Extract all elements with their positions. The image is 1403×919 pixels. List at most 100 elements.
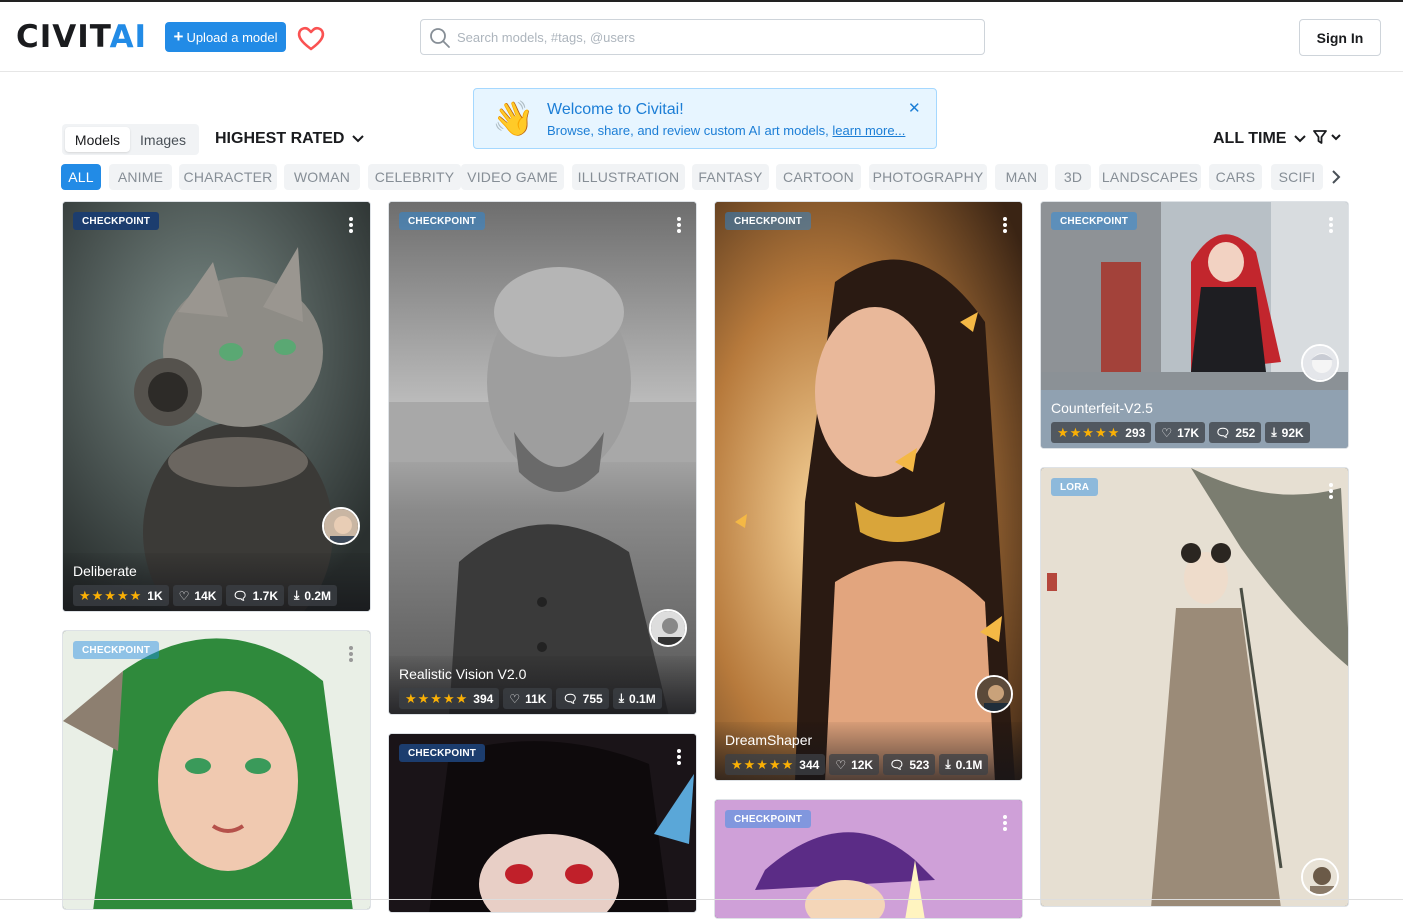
model-stats: ★★★★★ 344 ♡ 12K 🗨 523 ⤓ 0.1M bbox=[725, 754, 989, 775]
model-card[interactable]: CHECKPOINT Counterfeit-V2.5 ★★★★★ 293 ♡ 17… bbox=[1040, 201, 1349, 449]
sort-dropdown[interactable]: HIGHEST RATED bbox=[215, 130, 365, 148]
more-options-icon[interactable] bbox=[1000, 216, 1010, 234]
model-type-badge: CHECKPOINT bbox=[1051, 212, 1138, 230]
tag-character[interactable]: CHARACTER bbox=[179, 164, 277, 190]
downloads-count: 0.1M bbox=[629, 691, 656, 706]
avatar[interactable] bbox=[1301, 858, 1339, 896]
model-card[interactable]: CHECKPOINT bbox=[388, 733, 697, 913]
sort-label: HIGHEST RATED bbox=[215, 130, 345, 147]
likes-count: 11K bbox=[525, 691, 547, 706]
tag-photography[interactable]: PHOTOGRAPHY bbox=[869, 164, 987, 190]
tag-landscapes[interactable]: LANDSCAPES bbox=[1099, 164, 1201, 190]
model-preview-image bbox=[389, 202, 696, 714]
more-options-icon[interactable] bbox=[674, 216, 684, 234]
tag-scifi[interactable]: SCIFI bbox=[1271, 164, 1323, 190]
comment-icon: 🗨 bbox=[1215, 425, 1231, 440]
rating-count: 293 bbox=[1125, 425, 1146, 440]
downloads-pill: ⤓ 0.1M bbox=[612, 688, 662, 709]
tag-cars[interactable]: CARS bbox=[1209, 164, 1262, 190]
comment-icon: 🗨 bbox=[232, 588, 248, 603]
tag-man[interactable]: MAN bbox=[995, 164, 1048, 190]
more-options-icon[interactable] bbox=[1326, 482, 1336, 500]
period-label: ALL TIME bbox=[1213, 130, 1287, 147]
avatar[interactable] bbox=[649, 609, 687, 647]
rating-pill: ★★★★★ 1K bbox=[73, 585, 169, 606]
model-card[interactable]: CHECKPOINT DreamShaper ★★★★★ 344 ♡ 12K 🗨 52… bbox=[714, 201, 1023, 781]
more-options-icon[interactable] bbox=[674, 748, 684, 766]
tag-anime[interactable]: ANIME bbox=[109, 164, 172, 190]
tag-all[interactable]: ALL bbox=[61, 164, 101, 190]
filter-button[interactable] bbox=[1313, 130, 1341, 144]
download-icon: ⤓ bbox=[1271, 425, 1277, 439]
search-input[interactable] bbox=[457, 20, 977, 54]
more-options-icon[interactable] bbox=[1000, 814, 1010, 832]
likes-pill: ♡ 11K bbox=[503, 688, 553, 709]
tag-3d[interactable]: 3D bbox=[1055, 164, 1091, 190]
period-dropdown[interactable]: ALL TIME bbox=[1213, 130, 1307, 148]
model-info-bar: Counterfeit-V2.5 ★★★★★ 293 ♡ 17K 🗨 252 ⤓ 92K bbox=[1041, 390, 1348, 448]
tag-cartoon[interactable]: CARTOON bbox=[776, 164, 861, 190]
model-type-badge: CHECKPOINT bbox=[725, 212, 812, 230]
sign-in-button[interactable]: Sign In bbox=[1299, 19, 1381, 56]
comments-pill: 🗨 1.7K bbox=[226, 585, 284, 606]
likes-pill: ♡ 14K bbox=[172, 585, 223, 606]
model-preview-image bbox=[63, 202, 370, 611]
upload-label: Upload a model bbox=[186, 29, 278, 45]
star-rating-icon: ★★★★★ bbox=[79, 587, 143, 603]
comments-count: 523 bbox=[909, 757, 930, 772]
model-type-badge: CHECKPOINT bbox=[399, 744, 486, 762]
upload-model-button[interactable]: + Upload a model bbox=[165, 22, 286, 52]
model-card[interactable]: LORA bbox=[1040, 467, 1349, 907]
more-options-icon[interactable] bbox=[346, 216, 356, 234]
logo-text: CIVIT bbox=[16, 19, 110, 55]
civitai-logo[interactable]: CIVITAI bbox=[16, 19, 148, 55]
downloads-pill: ⤓ 92K bbox=[1265, 422, 1310, 443]
search-bar[interactable] bbox=[420, 19, 985, 55]
model-card[interactable]: CHECKPOINT Realistic Vision V2.0 ★★★★★ 39… bbox=[388, 201, 697, 715]
model-stats: ★★★★★ 1K ♡ 14K 🗨 1.7K ⤓ 0.2M bbox=[73, 585, 337, 606]
search-icon bbox=[429, 27, 451, 54]
filter-icon bbox=[1313, 130, 1327, 144]
more-options-icon[interactable] bbox=[1326, 216, 1336, 234]
tab-images[interactable]: Images bbox=[132, 127, 194, 152]
rating-count: 1K bbox=[147, 588, 163, 603]
model-name: Counterfeit-V2.5 bbox=[1051, 400, 1153, 416]
welcome-body: Browse, share, and review custom AI art … bbox=[547, 123, 905, 138]
tag-fantasy[interactable]: FANTASY bbox=[692, 164, 769, 190]
tag-celebrity[interactable]: CELEBRITY bbox=[368, 164, 461, 190]
likes-count: 14K bbox=[194, 588, 217, 603]
model-name: DreamShaper bbox=[725, 732, 813, 748]
scroll-tags-right-button[interactable] bbox=[1324, 164, 1348, 190]
rating-pill: ★★★★★ 394 bbox=[399, 688, 500, 709]
model-preview-image bbox=[63, 631, 370, 909]
tag-video-game[interactable]: VIDEO GAME bbox=[461, 164, 564, 190]
tag-filter-bar: ALL ANIME CHARACTER WOMAN CELEBRITY VIDE… bbox=[61, 164, 1351, 190]
likes-pill: ♡ 12K bbox=[829, 754, 880, 775]
model-name: Realistic Vision V2.0 bbox=[399, 666, 527, 682]
model-type-badge: LORA bbox=[1051, 478, 1099, 496]
star-rating-icon: ★★★★★ bbox=[1057, 424, 1121, 440]
avatar[interactable] bbox=[322, 507, 360, 545]
more-options-icon[interactable] bbox=[346, 645, 356, 663]
model-preview-image bbox=[1041, 468, 1348, 906]
page-bottom-border bbox=[0, 899, 1403, 900]
tag-woman[interactable]: WOMAN bbox=[284, 164, 360, 190]
downloads-count: 92K bbox=[1281, 425, 1304, 440]
model-card[interactable]: CHECKPOINT bbox=[714, 799, 1023, 919]
tab-models[interactable]: Models bbox=[65, 127, 130, 152]
heart-icon[interactable] bbox=[296, 24, 326, 52]
tag-illustration[interactable]: ILLUSTRATION bbox=[572, 164, 685, 190]
close-icon[interactable]: ✕ bbox=[908, 99, 921, 117]
learn-more-link[interactable]: learn more... bbox=[832, 123, 905, 138]
model-stats: ★★★★★ 394 ♡ 11K 🗨 755 ⤓ 0.1M bbox=[399, 688, 662, 709]
model-card[interactable]: CHECKPOINT bbox=[62, 630, 371, 910]
model-stats: ★★★★★ 293 ♡ 17K 🗨 252 ⤓ 92K bbox=[1051, 422, 1310, 443]
model-type-badge: CHECKPOINT bbox=[73, 212, 160, 230]
avatar[interactable] bbox=[1301, 344, 1339, 382]
logo-accent-text: AI bbox=[109, 19, 148, 55]
star-rating-icon: ★★★★★ bbox=[405, 690, 469, 706]
avatar[interactable] bbox=[975, 675, 1013, 713]
model-type-badge: CHECKPOINT bbox=[73, 641, 160, 659]
model-card[interactable]: CHECKPOINT Deliberate ★★★★★ 1K ♡ 14K 🗨 1.7K… bbox=[62, 201, 371, 612]
model-type-badge: CHECKPOINT bbox=[725, 810, 812, 828]
